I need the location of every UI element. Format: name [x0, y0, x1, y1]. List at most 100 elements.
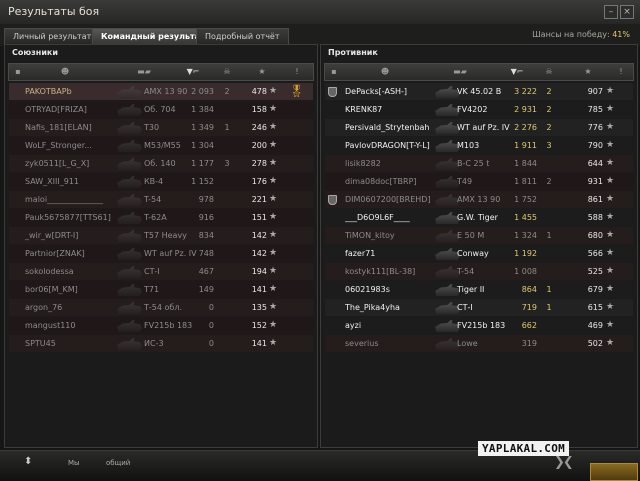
- player-row[interactable]: 06021983s Tiger II 864 1 679 ★: [325, 281, 633, 298]
- player-row[interactable]: zyk0511[L_G_X] Об. 140 1 177 3 278 ★: [9, 155, 313, 172]
- player-row[interactable]: fazer71 Conway 1 192 566 ★: [325, 245, 633, 262]
- damage-value: 1 324: [514, 231, 537, 240]
- player-row[interactable]: DIM0607200[BREHD] AMX 13 90 1 752 861 ★: [325, 191, 633, 208]
- player-row[interactable]: sokolodessa СТ-I 467 194 ★: [9, 263, 313, 280]
- kills-icon[interactable]: ☠: [217, 64, 237, 80]
- player-row[interactable]: SAW_XIII_911 КВ-4 1 152 176 ★: [9, 173, 313, 190]
- chevron-icon[interactable]: ❯❮: [554, 455, 574, 470]
- player-name: PavlovDRAGON[T-Y-L]: [345, 141, 430, 150]
- player-icon[interactable]: ☻: [59, 64, 71, 80]
- player-row[interactable]: Pauk5675877[TTS61] T-62A 916 151 ★: [9, 209, 313, 226]
- xp-star-icon: ★: [606, 194, 615, 204]
- player-name: Persivald_Strytenbah: [345, 123, 430, 132]
- player-name: ayzi: [345, 321, 362, 330]
- xp-value: 200: [251, 141, 267, 150]
- damage-value: 0: [208, 303, 214, 312]
- platoon-icon: [328, 195, 337, 205]
- collapse-icon[interactable]: ⬍: [24, 456, 32, 467]
- player-row[interactable]: maloi______________ T-54 978 221 ★: [9, 191, 313, 208]
- player-name: severius: [345, 339, 379, 348]
- xp-star-icon[interactable]: ★: [255, 64, 269, 80]
- damage-value: 1 177: [191, 159, 214, 168]
- player-row[interactable]: bor06[M_KM] T71 149 141 ★: [9, 281, 313, 298]
- minimize-icon[interactable]: –: [604, 5, 618, 19]
- damage-value: 1 811: [514, 177, 537, 186]
- xp-value: 142: [251, 249, 267, 258]
- kills-value: 2: [546, 105, 552, 114]
- player-row[interactable]: lisik8282 B-C 25 t1 844 644 ★: [325, 155, 633, 172]
- win-chance-label: Шансы на победу:: [532, 30, 610, 39]
- bottom-left-label[interactable]: Мы: [68, 459, 80, 467]
- xp-star-icon: ★: [269, 212, 278, 222]
- kills-icon[interactable]: ☠: [539, 64, 559, 80]
- player-name: argon_76: [25, 303, 63, 312]
- enemies-column-header: ▪ ☻ ▬▰ ▼⌐ ☠ ★ !: [324, 63, 634, 81]
- player-row[interactable]: Nafis_181[ELAN] T30 1 349 1 246 ★: [9, 119, 313, 136]
- xp-star-icon: ★: [606, 266, 615, 276]
- medal-icon[interactable]: !: [615, 64, 627, 80]
- close-icon[interactable]: ×: [620, 5, 634, 19]
- xp-star-icon[interactable]: ★: [581, 64, 595, 80]
- kills-value: 2: [546, 123, 552, 132]
- xp-star-icon: ★: [269, 248, 278, 258]
- kills-value: 1: [546, 303, 552, 312]
- player-name: kostyk111[BL-38]: [345, 267, 416, 276]
- player-row[interactable]: KRENK87 FV4202 2 931 2 785 ★: [325, 101, 633, 118]
- player-name: Partnior[ZNAK]: [25, 249, 85, 258]
- player-row[interactable]: kostyk111[BL-38] T-54 1 008 525 ★: [325, 263, 633, 280]
- xp-value: 158: [251, 105, 267, 114]
- player-row[interactable]: _wir_w[DRT-I] T57 Heavy 834 142 ★: [9, 227, 313, 244]
- damage-icon[interactable]: ▼⌐: [185, 64, 201, 80]
- xp-value: 152: [251, 321, 267, 330]
- player-row[interactable]: TiMON_kitoy E 50 M1 324 1 680 ★: [325, 227, 633, 244]
- enemies-list: DePacks[-ASH-] VK 45.02 B3 222 2 907 ★ KRENK8…: [325, 83, 633, 353]
- player-name: lisik8282: [345, 159, 381, 168]
- player-icon[interactable]: ☻: [379, 64, 391, 80]
- player-row[interactable]: PavlovDRAGON[T-Y-L] M103 1 911 3 790 ★: [325, 137, 633, 154]
- kills-value: 3: [546, 141, 552, 150]
- xp-value: 502: [587, 339, 603, 348]
- xp-star-icon: ★: [606, 104, 615, 114]
- xp-value: 135: [251, 303, 267, 312]
- player-name: 06021983s: [345, 285, 390, 294]
- player-row[interactable]: The_Pika4yha СТ-I 719 1 615 ★: [325, 299, 633, 316]
- medal-icon[interactable]: !: [291, 64, 303, 80]
- platoon-icon[interactable]: ▪: [329, 64, 339, 80]
- platoon-icon[interactable]: ▪: [13, 64, 23, 80]
- bottom-mid-label[interactable]: общий: [106, 459, 130, 467]
- player-row[interactable]: dima08doc[TBRP] T49 1 811 2 931 ★: [325, 173, 633, 190]
- player-row[interactable]: PAKOTBAPb AMX 13 90 2 093 2 478 ★ 🎖: [9, 83, 313, 100]
- player-row[interactable]: ayzi FV215b 183 662 469 ★: [325, 317, 633, 334]
- vehicle-icon[interactable]: ▬▰: [129, 64, 159, 80]
- player-row[interactable]: WoLF_Stronger... M53/M55 1 304 200 ★: [9, 137, 313, 154]
- player-row[interactable]: SPTU45 ИС-3 0 141 ★: [9, 335, 313, 352]
- damage-icon[interactable]: ▼⌐: [509, 64, 525, 80]
- player-name: TiMON_kitoy: [345, 231, 395, 240]
- damage-value: 2 931: [514, 105, 537, 114]
- player-row[interactable]: argon_76 Т-54 обл. 0 135 ★: [9, 299, 313, 316]
- player-row[interactable]: Partnior[ZNAK] WT auf Pz. IV 748 142 ★: [9, 245, 313, 262]
- enemies-panel: Противник ▪ ☻ ▬▰ ▼⌐ ☠ ★ ! DePacks[-ASH-]…: [320, 44, 638, 448]
- action-button[interactable]: [590, 463, 638, 481]
- player-name: maloi______________: [25, 195, 104, 204]
- player-row[interactable]: OTRYAD[FRIZA] Об. 704 1 384 158 ★: [9, 101, 313, 118]
- damage-value: 3 222: [514, 87, 537, 96]
- player-row[interactable]: ___D6O9L6F____ G.W. Tiger 1 455 588 ★: [325, 209, 633, 226]
- allies-list: PAKOTBAPb AMX 13 90 2 093 2 478 ★ 🎖 OTRYAD[FRIZ…: [9, 83, 313, 353]
- damage-value: 1 008: [514, 267, 537, 276]
- player-name: PAKOTBAPb: [25, 87, 72, 96]
- damage-value: 1 384: [191, 105, 214, 114]
- kills-value: 1: [546, 285, 552, 294]
- damage-value: 0: [208, 339, 214, 348]
- damage-value: 149: [198, 285, 214, 294]
- xp-value: 680: [587, 231, 603, 240]
- player-row[interactable]: severius Lowe 319 502 ★: [325, 335, 633, 352]
- player-row[interactable]: DePacks[-ASH-] VK 45.02 B3 222 2 907 ★: [325, 83, 633, 100]
- damage-value: 1 844: [514, 159, 537, 168]
- kills-value: 2: [546, 177, 552, 186]
- xp-value: 469: [587, 321, 603, 330]
- player-row[interactable]: mangust110 FV215b 183 0 152 ★: [9, 317, 313, 334]
- player-row[interactable]: Persivald_Strytenbah WT auf Pz. IV 2 276 2 7…: [325, 119, 633, 136]
- player-name: SPTU45: [25, 339, 56, 348]
- vehicle-icon[interactable]: ▬▰: [445, 64, 475, 80]
